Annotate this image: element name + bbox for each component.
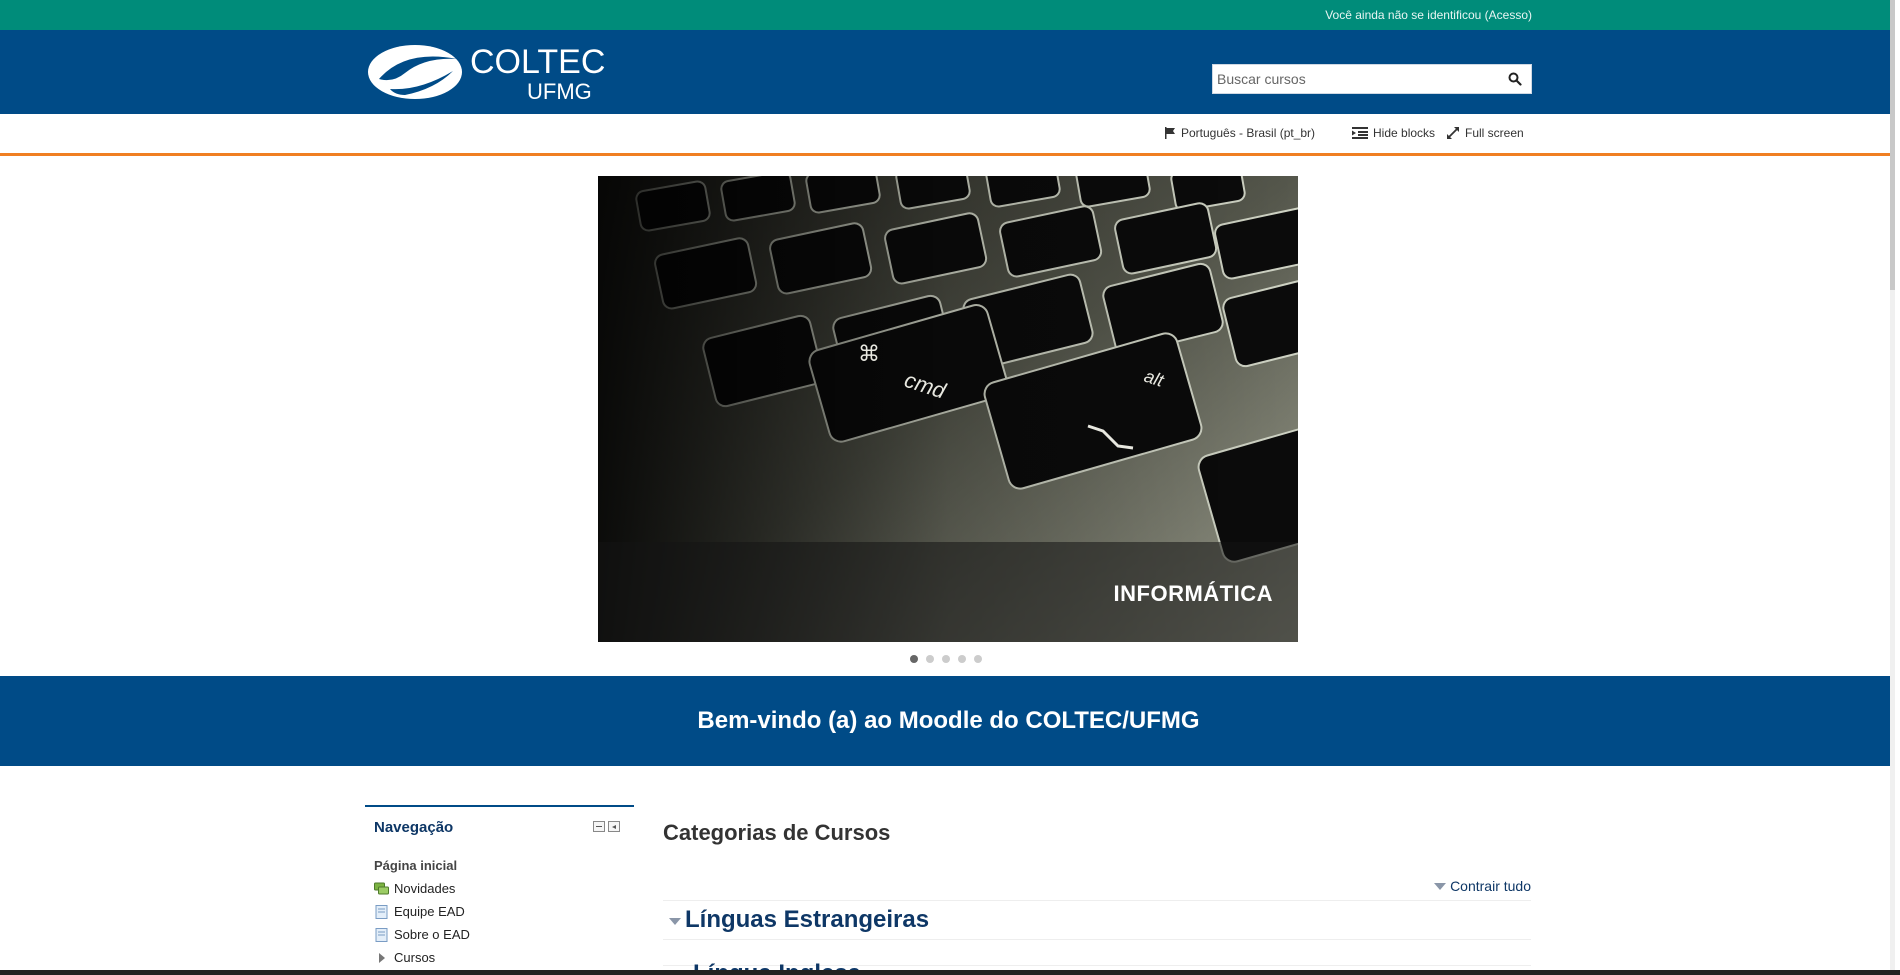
search-input[interactable]: [1213, 65, 1499, 93]
course-search: [1212, 64, 1532, 94]
command-key-icon: ⌘: [858, 342, 880, 367]
expand-icon: [1447, 127, 1459, 139]
nav-home-link[interactable]: Página inicial: [365, 858, 634, 873]
nav-item-equipe-ead[interactable]: Equipe EAD: [365, 900, 634, 923]
nav-item-label: Sobre o EAD: [394, 927, 470, 942]
collapse-all-label: Contrair tudo: [1450, 878, 1531, 894]
minimize-block-icon[interactable]: [593, 821, 605, 832]
logo-text-ufmg: UFMG: [527, 79, 592, 104]
category-linguas-estrangeiras[interactable]: Línguas Estrangeiras: [663, 900, 1531, 940]
nav-item-label: Novidades: [394, 881, 456, 896]
coltec-ufmg-logo[interactable]: COLTEC UFMG: [365, 39, 615, 105]
page: Você ainda não se identificou (Acesso) C…: [0, 0, 1895, 975]
main-content: Categorias de Cursos Contrair tudo Língu…: [663, 820, 1531, 975]
nav-item-sobre-ead[interactable]: Sobre o EAD: [365, 923, 634, 946]
slider-dot-1[interactable]: [910, 655, 918, 663]
language-label: Português - Brasil (pt_br): [1181, 126, 1316, 140]
expand-arrow-icon: [379, 952, 385, 963]
search-icon: [1508, 72, 1522, 86]
nav-item-label: Equipe EAD: [394, 904, 465, 919]
collapse-all-link[interactable]: Contrair tudo: [1434, 878, 1531, 894]
utility-bar: Português - Brasil (pt_br) Hide blocks F…: [0, 114, 1895, 156]
collapse-category-icon: [669, 917, 681, 925]
slide-caption: INFORMÁTICA: [1113, 581, 1273, 606]
course-categories-title: Categorias de Cursos: [663, 820, 891, 845]
header: COLTEC UFMG: [0, 30, 1895, 114]
slider-dot-2[interactable]: [926, 655, 934, 663]
page-icon: [375, 904, 388, 919]
welcome-title: Bem-vindo (a) ao Moodle do COLTEC/UFMG: [697, 707, 1200, 734]
page-icon: [375, 927, 388, 942]
search-button[interactable]: [1499, 65, 1531, 93]
dock-block-icon[interactable]: [608, 821, 620, 832]
window-bottom-edge: [0, 970, 1900, 975]
nav-item-cursos[interactable]: Cursos: [365, 946, 634, 969]
hide-blocks-icon: [1352, 127, 1368, 139]
category-label: Línguas Estrangeiras: [685, 906, 930, 933]
image-slider[interactable]: cmd alt ⌘ INFORMÁTICA: [598, 176, 1298, 642]
scrollbar[interactable]: [1890, 0, 1895, 975]
hide-blocks-label: Hide blocks: [1373, 126, 1436, 140]
hide-blocks-button[interactable]: Hide blocks: [1352, 126, 1435, 140]
nav-item-novidades[interactable]: Novidades: [365, 877, 634, 900]
forum-icon: [374, 882, 389, 894]
slider-dot-5[interactable]: [974, 655, 982, 663]
flag-icon: [1165, 127, 1175, 139]
full-screen-button[interactable]: Full screen: [1446, 126, 1524, 140]
language-selector[interactable]: Português - Brasil (pt_br): [1164, 126, 1315, 140]
full-screen-label: Full screen: [1465, 126, 1524, 140]
login-status-link[interactable]: Você ainda não se identificou (Acesso): [1325, 8, 1532, 22]
block-controls: [593, 821, 620, 832]
navigation-list: Novidades Equipe EAD Sobre o EAD Cursos: [365, 877, 634, 969]
slider-dot-4[interactable]: [958, 655, 966, 663]
top-bar: Você ainda não se identificou (Acesso): [0, 0, 1895, 30]
scrollbar-thumb[interactable]: [1890, 0, 1895, 290]
welcome-banner: Bem-vindo (a) ao Moodle do COLTEC/UFMG: [0, 676, 1895, 766]
collapse-icon: [1434, 882, 1447, 890]
slider-pagination: [910, 655, 982, 663]
slider-dot-3[interactable]: [942, 655, 950, 663]
nav-item-label: Cursos: [394, 950, 436, 965]
navigation-block: Navegação Página inicial Novidades Equip…: [365, 805, 634, 969]
logo-text-coltec: COLTEC: [470, 43, 605, 81]
